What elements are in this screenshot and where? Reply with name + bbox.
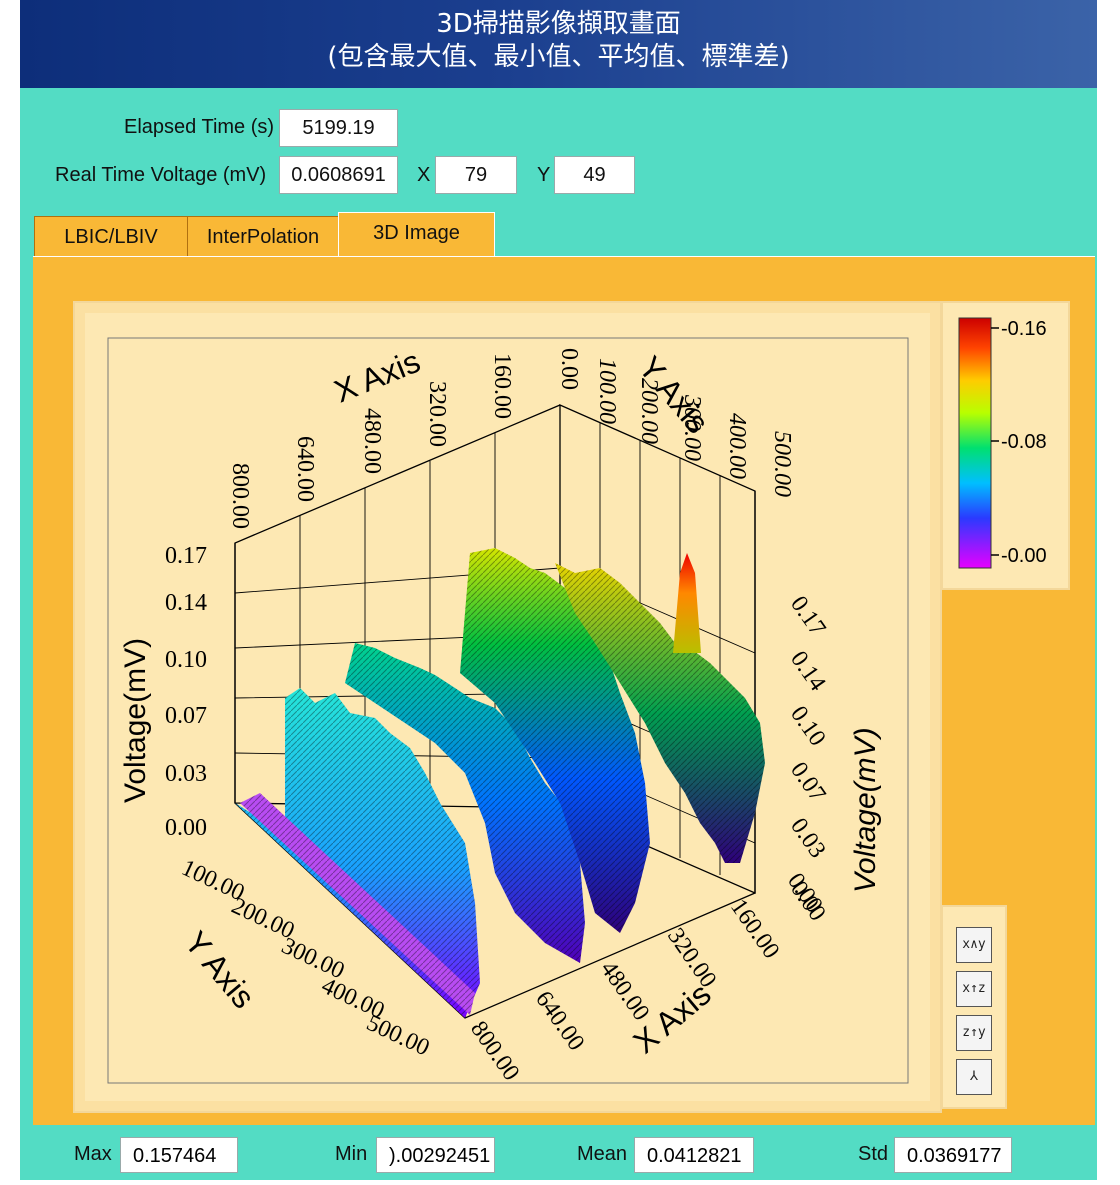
x-tick-top-5: 0.00	[556, 348, 582, 390]
tab-interpolation[interactable]: InterPolation	[187, 216, 339, 257]
y-tick-4: 500.00	[362, 1010, 433, 1061]
z-axis-title-left: Voltage(mV)	[119, 638, 152, 803]
xy-plane-icon[interactable]: x∧y	[956, 927, 992, 963]
z-tick-left-5: 0.17	[165, 543, 207, 569]
z-tick-right-2: 0.07	[785, 758, 830, 807]
x-tick-top-4: 160.00	[489, 353, 515, 419]
y-axis-title-front: Y Axis	[178, 924, 262, 1015]
3d-plot: 0.00 0.03 0.07 0.10 0.14 0.17 Voltage(mV…	[107, 337, 909, 1086]
legend-label-min: -0.00	[1001, 545, 1047, 567]
3d-graph[interactable]: 0.00 0.03 0.07 0.10 0.14 0.17 Voltage(mV…	[73, 301, 942, 1113]
x-tick-top-3: 320.00	[424, 381, 450, 447]
voltage-field[interactable]: 0.0608691	[279, 156, 398, 194]
z-tick-left-4: 0.14	[165, 590, 207, 616]
main-panel: Elapsed Time (s) 5199.19 Real Time Volta…	[20, 88, 1097, 1180]
elapsed-time-label: Elapsed Time (s)	[124, 116, 275, 138]
x-axis-title-top: X Axis	[329, 343, 425, 410]
z-axis-title-right: Voltage(mV)	[849, 727, 882, 893]
x-tick-4: 160.00	[725, 895, 784, 964]
yz-plane-icon[interactable]: z↑y	[956, 1015, 992, 1051]
x-tick-2: 480.00	[595, 957, 654, 1026]
title-banner: 3D掃描影像擷取畫面 (包含最大值、最小值、平均值、標準差)	[20, 0, 1097, 88]
z-tick-left-2: 0.07	[165, 703, 207, 729]
y-tick-top-4: 500.00	[769, 431, 795, 497]
color-scale-bar	[958, 317, 992, 569]
xz-plane-icon[interactable]: x↑z	[956, 971, 992, 1007]
x-tick-0: 800.00	[465, 1017, 524, 1086]
tab-3d-image[interactable]: 3D Image	[338, 212, 495, 257]
x-tick-1: 640.00	[530, 987, 589, 1056]
y-tick-top-0: 100.00	[594, 358, 620, 424]
legend-label-max: -0.16	[1001, 318, 1047, 340]
min-label: Min	[335, 1143, 368, 1165]
min-field[interactable]: ).00292451	[376, 1137, 495, 1173]
z-tick-right-1: 0.03	[785, 814, 830, 863]
x-label: X	[417, 164, 431, 186]
x-tick-top-0: 800.00	[227, 463, 253, 529]
z-tick-right-3: 0.10	[785, 702, 830, 751]
y-label: Y	[537, 164, 551, 186]
tab-content-3d-image: 0.00 0.03 0.07 0.10 0.14 0.17 Voltage(mV…	[33, 256, 1095, 1125]
z-tick-right-4: 0.14	[785, 647, 830, 696]
graph-view-toolbar: x∧y x↑z z↑y ⅄	[941, 905, 1007, 1109]
3d-view-icon[interactable]: ⅄	[956, 1059, 992, 1095]
mean-field[interactable]: 0.0412821	[634, 1137, 754, 1173]
x-tick-top-1: 640.00	[292, 436, 318, 502]
std-label: Std	[858, 1143, 889, 1165]
voltage-label: Real Time Voltage (mV)	[55, 164, 267, 186]
max-field[interactable]: 0.157464	[120, 1137, 238, 1173]
mean-label: Mean	[577, 1143, 628, 1165]
y-tick-top-3: 400.00	[724, 413, 750, 479]
color-scale-legend: -0.16 -0.08 -0.00	[941, 301, 1070, 590]
tab-lbic-lbiv[interactable]: LBIC/LBIV	[34, 216, 188, 257]
z-tick-left-1: 0.03	[165, 761, 207, 787]
std-field[interactable]: 0.0369177	[894, 1137, 1012, 1173]
legend-label-mid: -0.08	[1001, 431, 1047, 453]
max-label: Max	[74, 1143, 112, 1165]
title-line-1: 3D掃描影像擷取畫面	[436, 9, 681, 39]
elapsed-time-field[interactable]: 5199.19	[279, 109, 398, 147]
z-tick-right-5: 0.17	[785, 592, 830, 641]
x-field[interactable]: 79	[435, 156, 517, 194]
y-field[interactable]: 49	[554, 156, 635, 194]
x-tick-top-2: 480.00	[359, 408, 385, 474]
title-line-2: (包含最大值、最小值、平均值、標準差)	[327, 42, 790, 72]
z-tick-left-0: 0.00	[165, 815, 207, 841]
z-tick-left-3: 0.10	[165, 647, 207, 673]
